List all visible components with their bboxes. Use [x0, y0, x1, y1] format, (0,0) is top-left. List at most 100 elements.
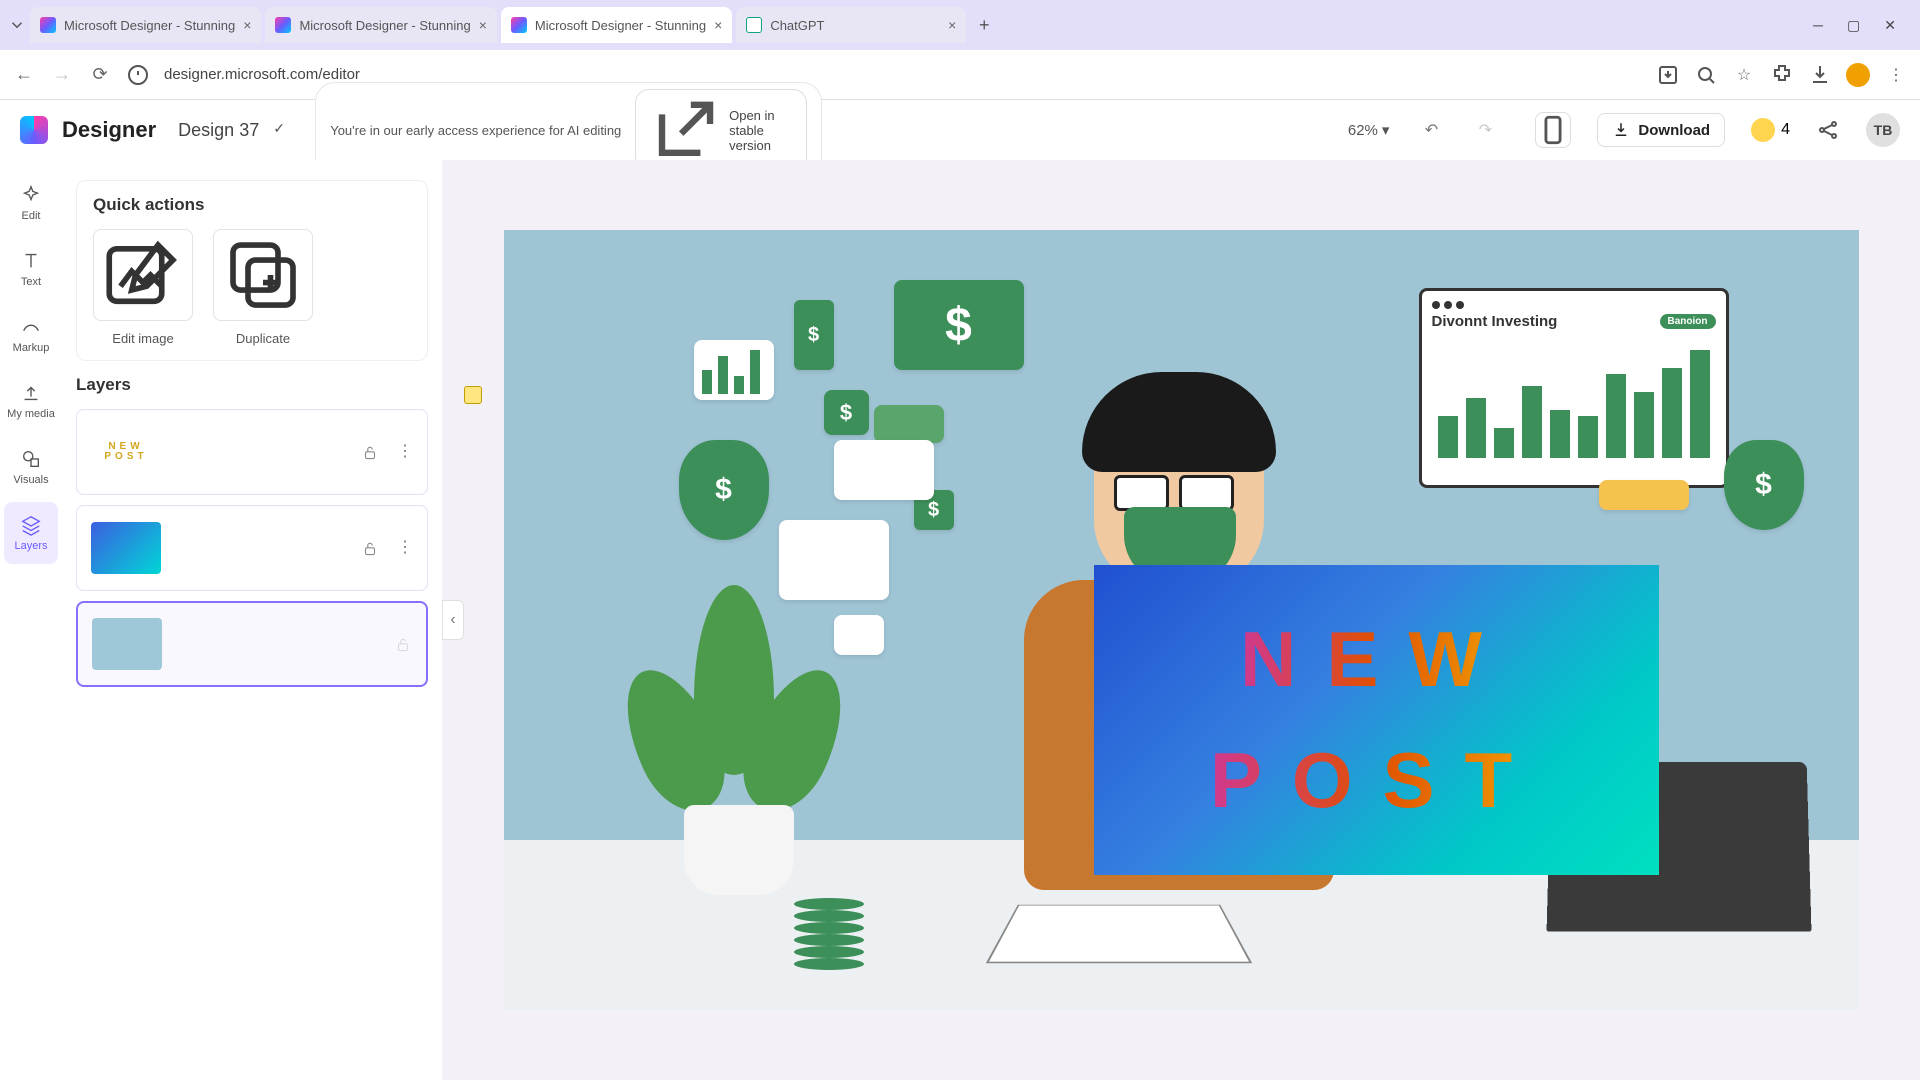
notebook-icon — [985, 905, 1251, 963]
forward-icon[interactable]: → — [50, 63, 74, 87]
layer-thumb-text: NEWPOST — [91, 426, 161, 478]
layers-icon — [20, 514, 42, 536]
designer-favicon-icon — [275, 17, 291, 33]
notice-text: You're in our early access experience fo… — [330, 123, 621, 138]
layer-lock-icon[interactable] — [361, 537, 379, 560]
browser-tab-3[interactable]: Microsoft Designer - Stunning × — [501, 7, 732, 43]
open-stable-button[interactable]: Open in stable version — [635, 89, 806, 172]
close-icon[interactable]: × — [243, 17, 251, 33]
rail-markup[interactable]: Markup — [4, 304, 58, 366]
layer-more-icon[interactable]: ⋮ — [397, 441, 413, 464]
tab-title: Microsoft Designer - Stunning — [535, 18, 706, 33]
device-preview-button[interactable] — [1535, 112, 1571, 148]
bar-chart-card-icon — [694, 340, 774, 400]
install-icon[interactable] — [1656, 63, 1680, 87]
coin-stack-icon — [794, 880, 904, 970]
close-icon[interactable]: × — [948, 17, 956, 33]
bill-icon — [874, 405, 944, 443]
site-info-icon[interactable] — [126, 63, 150, 87]
highlight-strip-icon — [1599, 480, 1689, 510]
zoom-control[interactable]: 62% ▾ — [1348, 121, 1390, 139]
quick-actions-title: Quick actions — [93, 195, 411, 215]
layer-lock-icon[interactable] — [361, 441, 379, 464]
url-field[interactable]: designer.microsoft.com/editor — [164, 66, 1642, 83]
layer-lock-icon[interactable] — [394, 633, 412, 656]
upload-icon — [20, 382, 42, 404]
designer-logo-icon[interactable] — [20, 116, 48, 144]
layers-title: Layers — [76, 375, 428, 395]
bookmark-icon[interactable]: ☆ — [1732, 63, 1756, 87]
tool-rail: Edit Text Markup My media Visuals Layers — [0, 160, 62, 1080]
rail-text[interactable]: Text — [4, 238, 58, 300]
edit-image-icon — [94, 230, 192, 320]
new-post-overlay[interactable]: NEW POST — [1094, 565, 1659, 875]
artboard[interactable]: $ $ $ $ $ Divonnt InvestingBanoion — [504, 230, 1859, 1010]
rail-edit[interactable]: Edit — [4, 172, 58, 234]
chart-card-icon — [779, 520, 889, 600]
browser-tab-1[interactable]: Microsoft Designer - Stunning × — [30, 7, 261, 43]
share-icon[interactable] — [1816, 118, 1840, 142]
downloads-icon[interactable] — [1808, 63, 1832, 87]
menu-icon[interactable]: ⋮ — [1884, 63, 1908, 87]
close-window-icon[interactable]: ✕ — [1884, 17, 1896, 34]
edit-image-label: Edit image — [112, 331, 173, 346]
close-icon[interactable]: × — [714, 17, 722, 33]
back-icon[interactable]: ← — [12, 63, 36, 87]
maximize-icon[interactable]: ▢ — [1847, 17, 1860, 34]
edit-image-button[interactable] — [93, 229, 193, 321]
tab-search-icon[interactable] — [8, 16, 26, 34]
user-avatar[interactable]: TB — [1866, 113, 1900, 147]
credits-counter[interactable]: 4 — [1751, 118, 1790, 142]
extensions-icon[interactable] — [1770, 63, 1794, 87]
layer-text[interactable]: NEWPOST ⋮ — [76, 409, 428, 495]
chevron-down-icon: ▾ — [1382, 121, 1390, 139]
rail-layers[interactable]: Layers — [4, 502, 58, 564]
markup-icon — [20, 316, 42, 338]
reload-icon[interactable]: ⟳ — [88, 63, 112, 87]
dollar-tile-icon: $ — [824, 390, 869, 435]
credit-coin-icon — [1751, 118, 1775, 142]
layer-thumb-gradient — [91, 522, 161, 574]
minimize-icon[interactable]: ─ — [1813, 17, 1823, 34]
window-controls: ─ ▢ ✕ — [1813, 17, 1912, 34]
download-icon — [1612, 121, 1630, 139]
document-card-icon — [834, 440, 934, 500]
overlay-line2: POST — [1210, 735, 1542, 826]
designer-favicon-icon — [511, 17, 527, 33]
tab-title: Microsoft Designer - Stunning — [299, 18, 470, 33]
tab-title: Microsoft Designer - Stunning — [64, 18, 235, 33]
collapse-panel-button[interactable]: ‹ — [442, 600, 464, 640]
browser-tabstrip: Microsoft Designer - Stunning × Microsof… — [0, 0, 1920, 50]
design-name[interactable]: Design 37 — [178, 120, 259, 141]
brand-name: Designer — [62, 117, 156, 143]
plant-graphic — [624, 565, 844, 895]
dollar-tube-icon: $ — [794, 300, 834, 370]
browser-tab-2[interactable]: Microsoft Designer - Stunning × — [265, 7, 496, 43]
duplicate-button[interactable] — [213, 229, 313, 321]
workspace: Edit Text Markup My media Visuals Layers… — [0, 160, 1920, 1080]
download-button[interactable]: Download — [1597, 113, 1725, 147]
redo-icon[interactable]: ↷ — [1473, 118, 1497, 142]
undo-icon[interactable]: ↶ — [1419, 118, 1443, 142]
zoom-icon[interactable] — [1694, 63, 1718, 87]
profile-avatar-icon[interactable] — [1846, 63, 1870, 87]
money-bag-icon: $ — [1724, 440, 1804, 530]
layer-image[interactable] — [76, 601, 428, 687]
designer-favicon-icon — [40, 17, 56, 33]
layer-more-icon[interactable]: ⋮ — [397, 537, 413, 560]
close-icon[interactable]: × — [479, 17, 487, 33]
layer-thumb-image — [92, 618, 162, 670]
sync-status-icon[interactable]: ✓ — [273, 120, 293, 140]
browser-tab-4[interactable]: ChatGPT × — [736, 7, 966, 43]
new-tab-button[interactable]: + — [970, 11, 998, 39]
external-icon — [646, 92, 723, 169]
rail-visuals[interactable]: Visuals — [4, 436, 58, 498]
text-icon — [20, 250, 42, 272]
rail-media[interactable]: My media — [4, 370, 58, 432]
overlay-line1: NEW — [1240, 614, 1512, 705]
tab-title: ChatGPT — [770, 18, 824, 33]
layer-gradient[interactable]: ⋮ — [76, 505, 428, 591]
duplicate-icon — [214, 230, 312, 320]
duplicate-label: Duplicate — [236, 331, 290, 346]
canvas-area[interactable]: ‹ $ $ $ $ $ — [442, 160, 1920, 1080]
